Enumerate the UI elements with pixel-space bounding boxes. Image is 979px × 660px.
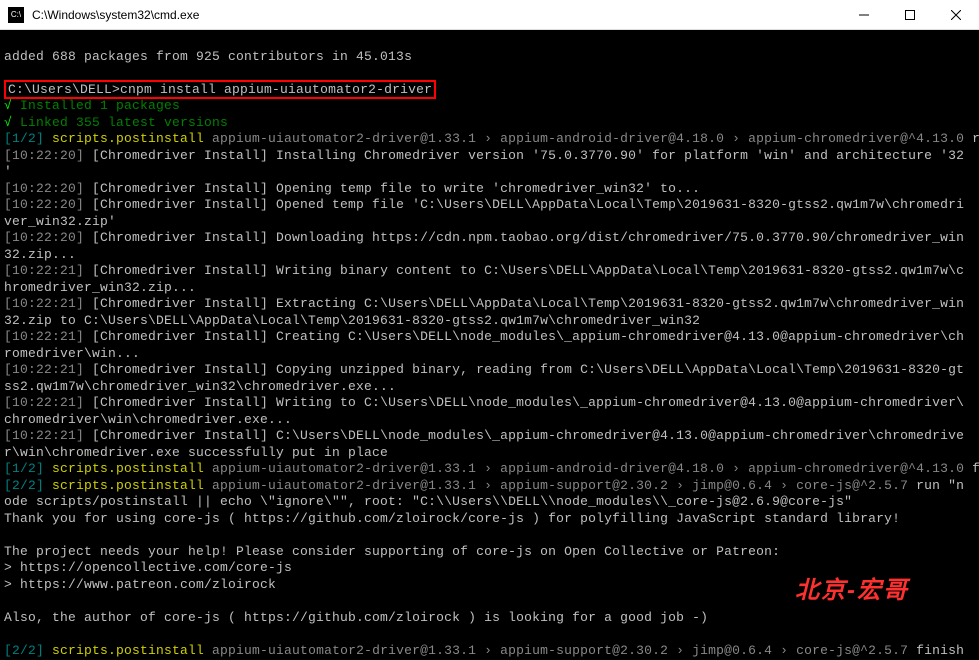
package-chain: appium-uiautomator2-driver@1.33.1 › appi… [204, 478, 908, 493]
output-line: The project needs your help! Please cons… [4, 544, 780, 559]
close-button[interactable] [933, 0, 979, 29]
output-line: [Chromedriver Install] Downloading https… [84, 230, 964, 245]
prompt: C:\Users\DELL> [8, 82, 120, 97]
step-counter: [2/2] [4, 478, 44, 493]
package-chain: appium-uiautomator2-driver@1.33.1 › appi… [204, 643, 908, 658]
minimize-button[interactable] [841, 0, 887, 29]
timestamp: [10:22:21] [4, 263, 84, 278]
command-highlight-box: C:\Users\DELL>cnpm install appium-uiauto… [4, 80, 436, 99]
output-line: 32.zip... [4, 247, 76, 262]
timestamp: [10:22:20] [4, 230, 84, 245]
watermark: 北京-宏哥 [795, 570, 909, 605]
output-line: finish [908, 643, 964, 658]
maximize-button[interactable] [887, 0, 933, 29]
step-counter: [2/2] [4, 643, 44, 658]
titlebar: C:\Windows\system32\cmd.exe [0, 0, 979, 30]
output-line: [Chromedriver Install] Creating C:\Users… [84, 329, 964, 344]
output-line: Linked 355 latest versions [12, 115, 228, 130]
checkmark-icon: √ [4, 98, 12, 113]
output-line: ss2.qw1m7w\chromedriver_win32\chromedriv… [4, 379, 396, 394]
output-line: Thank you for using core-js ( https://gi… [4, 511, 900, 526]
timestamp: [10:22:21] [4, 329, 84, 344]
command-text: cnpm install appium-uiautomator2-driver [120, 82, 432, 97]
timestamp: [10:22:21] [4, 428, 84, 443]
output-line: [Chromedriver Install] Extracting C:\Use… [84, 296, 964, 311]
output-line: ' [4, 164, 12, 179]
checkmark-icon: √ [4, 115, 12, 130]
output-line: [Chromedriver Install] Opened temp file … [84, 197, 964, 212]
script-name: scripts.postinstall [44, 461, 204, 476]
output-line: [Chromedriver Install] Writing binary co… [84, 263, 964, 278]
output-line: Also, the author of core-js ( https://gi… [4, 610, 708, 625]
output-line: ver_win32.zip' [4, 214, 116, 229]
timestamp: [10:22:21] [4, 296, 84, 311]
script-name: scripts.postinstall [44, 643, 204, 658]
step-counter: [1/2] [4, 461, 44, 476]
timestamp: [10:22:21] [4, 395, 84, 410]
output-line: [Chromedriver Install] Copying unzipped … [84, 362, 964, 377]
terminal-output[interactable]: added 688 packages from 925 contributors… [0, 30, 979, 660]
output-line: run "n [908, 478, 964, 493]
output-line: > https://www.patreon.com/zloirock [4, 577, 276, 592]
cmd-icon [8, 7, 24, 23]
output-line: hromedriver_win32.zip... [4, 280, 196, 295]
package-chain: appium-uiautomator2-driver@1.33.1 › appi… [204, 461, 964, 476]
output-line: [Chromedriver Install] C:\Users\DELL\nod… [84, 428, 964, 443]
titlebar-text: C:\Windows\system32\cmd.exe [32, 8, 841, 22]
output-line: ode scripts/postinstall || echo \"ignore… [4, 494, 852, 509]
timestamp: [10:22:20] [4, 181, 84, 196]
output-line: > https://opencollective.com/core-js [4, 560, 292, 575]
window-controls [841, 0, 979, 29]
output-line: chromedriver\win\chromedriver.exe... [4, 412, 292, 427]
output-line: [Chromedriver Install] Opening temp file… [84, 181, 700, 196]
output-line: run "node install-npm.js", root: "C:\\Us… [964, 131, 979, 146]
output-line: romedriver\win... [4, 346, 140, 361]
output-line: 32.zip to C:\Users\DELL\AppData\Local\Te… [4, 313, 700, 328]
timestamp: [10:22:20] [4, 148, 84, 163]
package-chain: appium-uiautomator2-driver@1.33.1 › appi… [204, 131, 964, 146]
script-name: scripts.postinstall [44, 131, 204, 146]
timestamp: [10:22:21] [4, 362, 84, 377]
output-line: [Chromedriver Install] Writing to C:\Use… [84, 395, 964, 410]
output-line: Installed 1 packages [12, 98, 180, 113]
output-line: added 688 packages from 925 contributors… [4, 49, 412, 64]
output-line: r\win\chromedriver.exe successfully put … [4, 445, 388, 460]
script-name: scripts.postinstall [44, 478, 204, 493]
output-line: finished in 2s [964, 461, 979, 476]
output-line: [Chromedriver Install] Installing Chrome… [84, 148, 964, 163]
step-counter: [1/2] [4, 131, 44, 146]
timestamp: [10:22:20] [4, 197, 84, 212]
